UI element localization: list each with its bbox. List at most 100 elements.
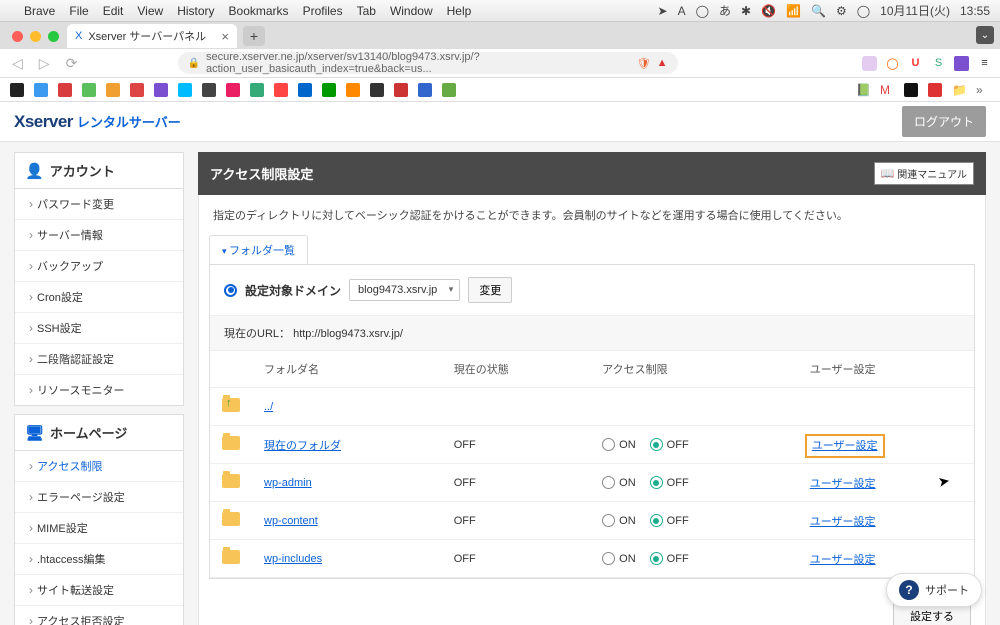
- menubar-time[interactable]: 13:55: [960, 4, 990, 18]
- bookmark-icon[interactable]: 📁: [952, 83, 966, 97]
- ext-icon[interactable]: [954, 56, 969, 71]
- menu-view[interactable]: View: [137, 4, 163, 18]
- sidebar-item[interactable]: MIME設定: [15, 512, 183, 543]
- close-window-button[interactable]: [12, 31, 23, 42]
- support-button[interactable]: ? サポート: [886, 573, 982, 607]
- bookmark-icon[interactable]: [370, 83, 384, 97]
- sidebar-item[interactable]: バックアップ: [15, 250, 183, 281]
- bookmark-icon[interactable]: [202, 83, 216, 97]
- ext-icon[interactable]: S: [931, 56, 946, 71]
- volume-icon[interactable]: 🔇: [761, 4, 776, 18]
- menu-tab[interactable]: Tab: [357, 4, 376, 18]
- menu-edit[interactable]: Edit: [103, 4, 124, 18]
- bookmark-icon[interactable]: [442, 83, 456, 97]
- browser-tab[interactable]: X Xserver サーバーパネル ×: [67, 24, 237, 48]
- sidebar-item[interactable]: Cron設定: [15, 281, 183, 312]
- menu-window[interactable]: Window: [390, 4, 433, 18]
- brave-shields-icon[interactable]: 🛡: [637, 57, 651, 70]
- user-setting-link[interactable]: ユーザー設定: [810, 516, 876, 528]
- bookmark-icon[interactable]: [394, 83, 408, 97]
- sidebar-item[interactable]: .htaccess編集: [15, 543, 183, 574]
- url-field[interactable]: 🔒 secure.xserver.ne.jp/xserver/sv13140/b…: [178, 52, 678, 74]
- sidebar-item[interactable]: サイト転送設定: [15, 574, 183, 605]
- folder-link[interactable]: wp-admin: [264, 477, 312, 489]
- sidebar-item[interactable]: パスワード変更: [15, 189, 183, 219]
- radio-on[interactable]: [602, 438, 615, 451]
- bookmark-icon[interactable]: [106, 83, 120, 97]
- line-icon[interactable]: ◯: [696, 4, 709, 18]
- change-button[interactable]: 変更: [468, 277, 512, 303]
- sidebar-item[interactable]: SSH設定: [15, 312, 183, 343]
- menubar-date[interactable]: 10月11日(火): [880, 2, 950, 19]
- folder-link[interactable]: wp-includes: [264, 553, 322, 565]
- sidebar-item[interactable]: サーバー情報: [15, 219, 183, 250]
- sidebar-item[interactable]: エラーページ設定: [15, 481, 183, 512]
- wifi-icon[interactable]: 📶: [786, 4, 801, 18]
- brave-rewards-icon[interactable]: ▲: [657, 57, 668, 69]
- app-name[interactable]: Brave: [24, 4, 55, 18]
- menu-bookmarks[interactable]: Bookmarks: [229, 4, 289, 18]
- bookmark-icon[interactable]: [82, 83, 96, 97]
- bookmark-icon[interactable]: 📗: [856, 83, 870, 97]
- reload-button[interactable]: ⟳: [62, 55, 82, 72]
- menu-profiles[interactable]: Profiles: [303, 4, 343, 18]
- sidebar-item[interactable]: リソースモニター: [15, 374, 183, 405]
- menu-history[interactable]: History: [177, 4, 214, 18]
- close-tab-button[interactable]: ×: [221, 29, 229, 44]
- tab-overflow-button[interactable]: ⌄: [976, 26, 994, 44]
- ext-icon[interactable]: U: [908, 56, 923, 71]
- keyboard-icon[interactable]: A: [678, 4, 686, 18]
- input-icon[interactable]: あ: [719, 2, 731, 19]
- folder-link[interactable]: wp-content: [264, 515, 318, 527]
- fullscreen-window-button[interactable]: [48, 31, 59, 42]
- new-tab-button[interactable]: +: [243, 26, 265, 46]
- sidebar-item[interactable]: アクセス制限: [15, 451, 183, 481]
- radio-off[interactable]: [650, 552, 663, 565]
- radio-off[interactable]: [650, 476, 663, 489]
- user-setting-link[interactable]: ユーザー設定: [810, 439, 880, 453]
- bookmark-icon[interactable]: [250, 83, 264, 97]
- tab-folder-list[interactable]: フォルダ一覧: [209, 235, 308, 264]
- menu-icon[interactable]: ≡: [977, 56, 992, 71]
- radio-on[interactable]: [602, 552, 615, 565]
- bookmark-icon[interactable]: [178, 83, 192, 97]
- bookmark-icon[interactable]: [418, 83, 432, 97]
- bluetooth-icon[interactable]: ✱: [741, 4, 751, 18]
- bookmark-icon[interactable]: [322, 83, 336, 97]
- bookmark-icon[interactable]: [34, 83, 48, 97]
- bookmark-icon[interactable]: [10, 83, 24, 97]
- radio-off[interactable]: [650, 438, 663, 451]
- manual-link[interactable]: 関連マニュアル: [874, 162, 974, 185]
- radio-on[interactable]: [602, 514, 615, 527]
- sidebar-item[interactable]: アクセス拒否設定: [15, 605, 183, 625]
- bookmark-icon[interactable]: M: [880, 83, 894, 97]
- ext-icon[interactable]: ◯: [885, 56, 900, 71]
- search-icon[interactable]: 🔍: [811, 4, 826, 18]
- domain-select[interactable]: blog9473.xsrv.jp ▾: [349, 279, 460, 301]
- domain-radio[interactable]: [224, 284, 237, 297]
- folder-link[interactable]: 現在のフォルダ: [264, 440, 341, 452]
- status-icon[interactable]: ◯: [857, 4, 870, 18]
- ext-icon[interactable]: [862, 56, 877, 71]
- bookmark-icon[interactable]: [274, 83, 288, 97]
- control-center-icon[interactable]: ⚙: [836, 4, 847, 18]
- bookmark-icon[interactable]: [58, 83, 72, 97]
- location-icon[interactable]: ➤: [658, 4, 668, 18]
- bookmark-icon[interactable]: [226, 83, 240, 97]
- minimize-window-button[interactable]: [30, 31, 41, 42]
- radio-on[interactable]: [602, 476, 615, 489]
- folder-link[interactable]: ../: [264, 401, 273, 413]
- user-setting-link[interactable]: ユーザー設定: [810, 478, 876, 490]
- sidebar-item[interactable]: 二段階認証設定: [15, 343, 183, 374]
- bookmark-overflow[interactable]: »: [976, 83, 990, 97]
- logout-button[interactable]: ログアウト: [902, 106, 986, 137]
- menu-help[interactable]: Help: [447, 4, 472, 18]
- radio-off[interactable]: [650, 514, 663, 527]
- menu-file[interactable]: File: [69, 4, 88, 18]
- bookmark-icon[interactable]: [154, 83, 168, 97]
- bookmark-icon[interactable]: [130, 83, 144, 97]
- user-setting-link[interactable]: ユーザー設定: [810, 554, 876, 566]
- bookmark-icon[interactable]: [346, 83, 360, 97]
- bookmark-icon[interactable]: [928, 83, 942, 97]
- back-button[interactable]: ◁: [8, 55, 27, 72]
